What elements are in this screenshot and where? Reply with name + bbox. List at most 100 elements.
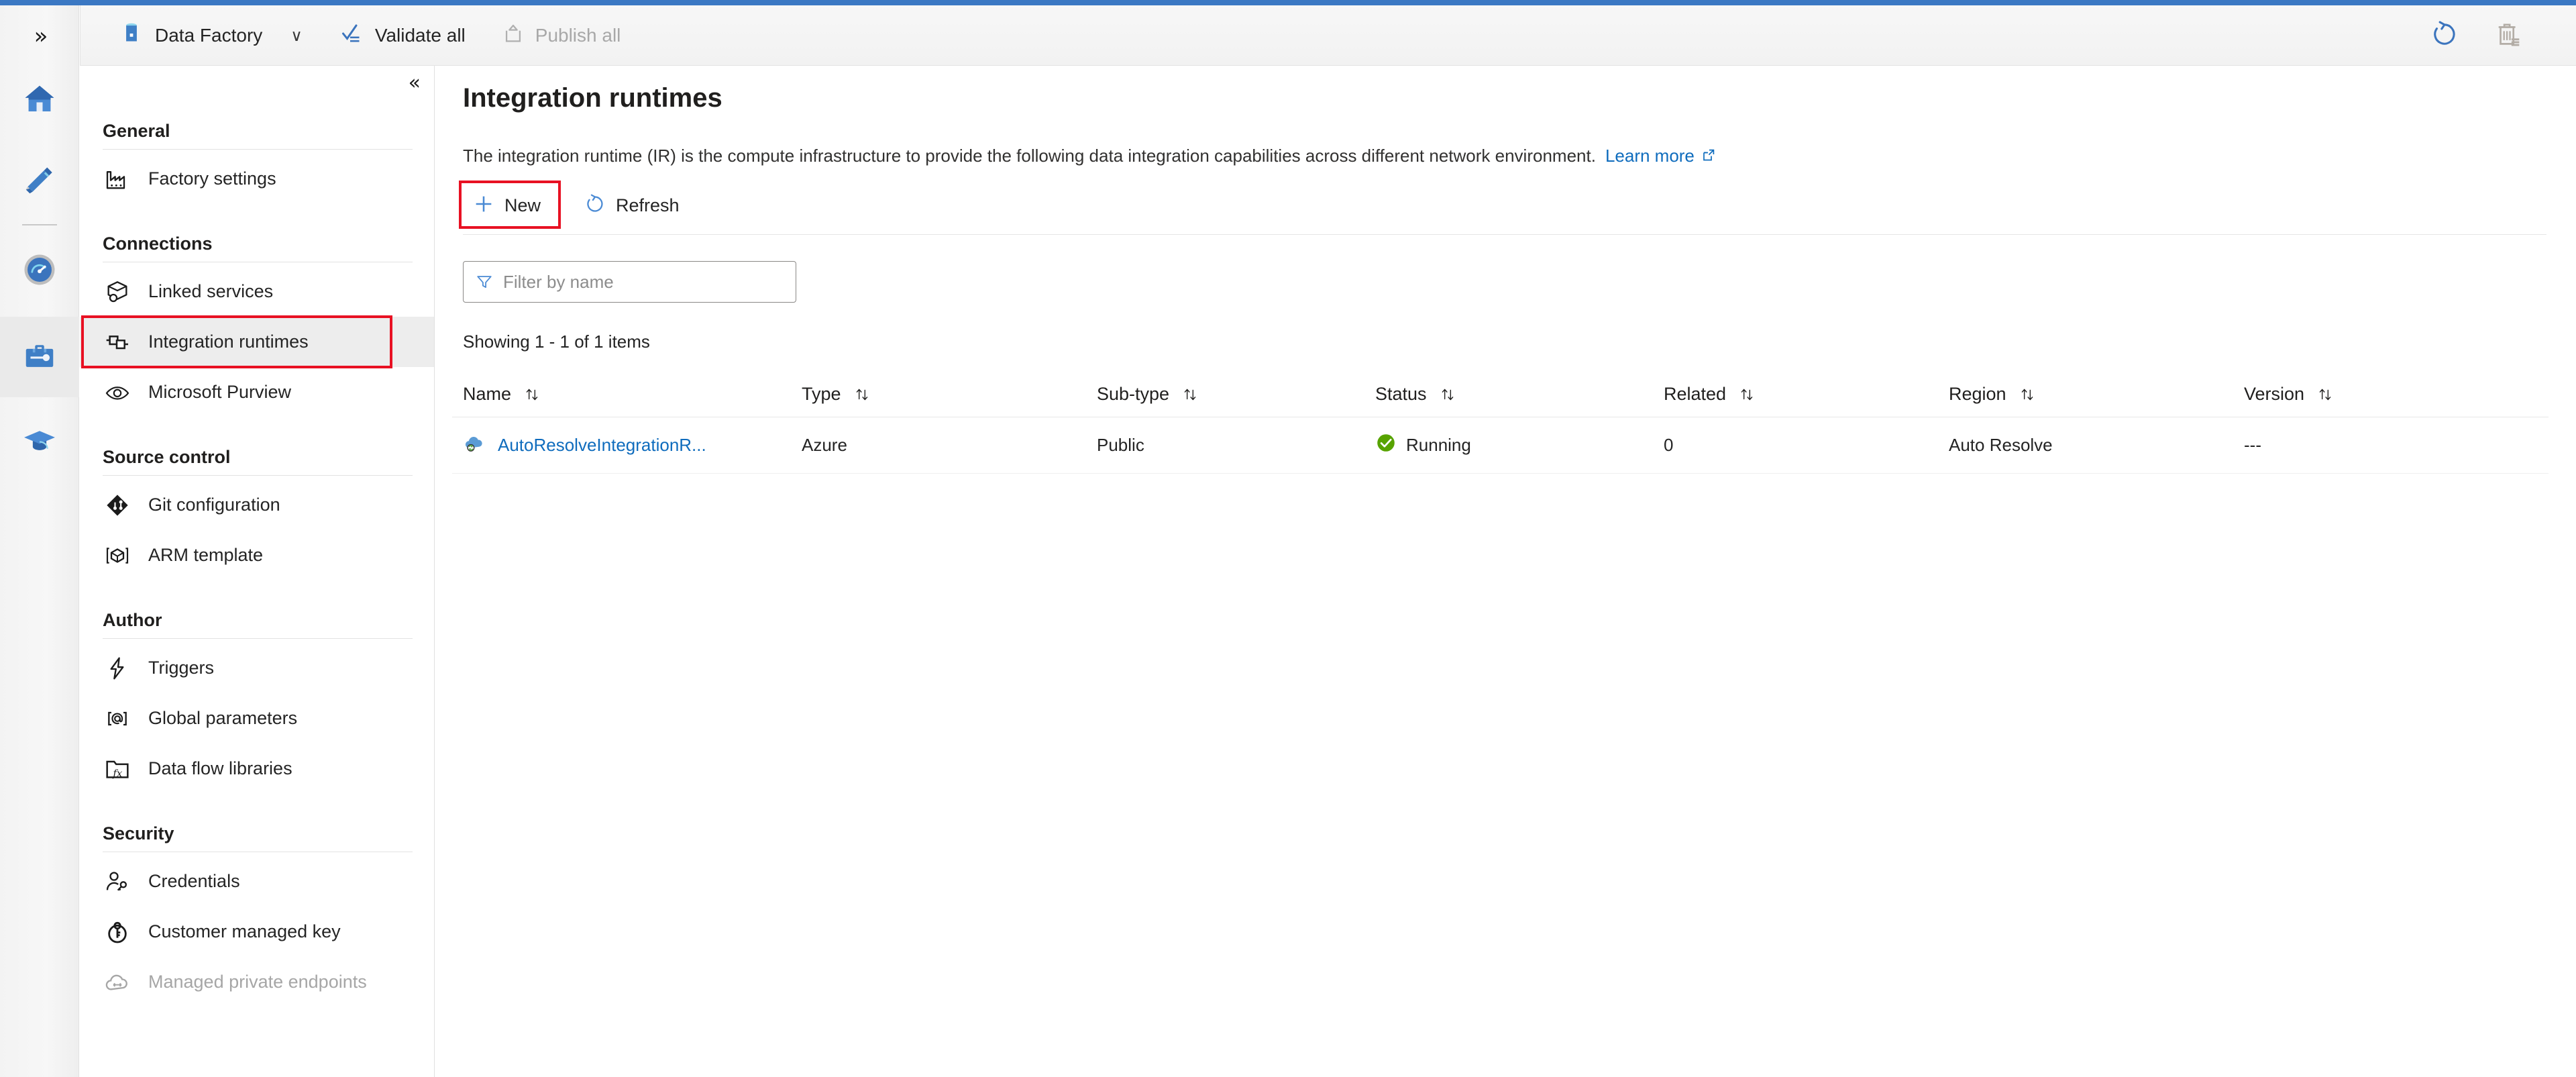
nav-item-arm-template[interactable]: ARM template <box>80 530 434 580</box>
column-header-status[interactable]: Status <box>1375 384 1664 405</box>
nav-group-title-author: Author <box>103 610 162 630</box>
nav-item-managed-private-endpoints[interactable]: Managed private endpoints <box>80 957 434 1007</box>
nav-group-title-source-control: Source control <box>103 447 231 467</box>
funnel-icon <box>475 272 494 291</box>
folder-fx-icon: fx <box>103 754 132 784</box>
nav-item-label: Microsoft Purview <box>148 382 292 402</box>
column-header-label: Sub-type <box>1097 384 1170 404</box>
page-actions-toolbar: New Refresh <box>459 181 689 229</box>
refresh-button[interactable]: Refresh <box>574 186 689 225</box>
sort-icon <box>1738 386 1756 403</box>
page-title: Integration runtimes <box>463 83 722 113</box>
new-button[interactable]: New <box>459 181 561 229</box>
nav-item-label: Global parameters <box>148 708 298 728</box>
column-header-label: Name <box>463 384 512 404</box>
page-description: The integration runtime (IR) is the comp… <box>463 146 1717 168</box>
nav-item-microsoft-purview[interactable]: Microsoft Purview <box>80 367 434 417</box>
column-header-label: Status <box>1375 384 1427 404</box>
refresh-icon <box>584 193 606 219</box>
command-bar-right-group <box>2412 5 2576 66</box>
validate-icon <box>340 21 364 49</box>
rail-item-author[interactable] <box>0 141 79 221</box>
lightning-icon <box>103 654 132 683</box>
integration-runtime-name-link[interactable]: AutoResolveIntegrationR... <box>498 435 706 456</box>
azure-ir-cloud-icon <box>463 431 486 459</box>
integration-runtimes-page: Integration runtimes The integration run… <box>435 66 2576 1077</box>
publish-all-button[interactable]: Publish all <box>491 5 632 66</box>
person-key-icon <box>103 867 132 896</box>
nav-item-integration-runtimes[interactable]: Integration runtimes <box>80 315 434 368</box>
column-header-name[interactable]: Name <box>463 384 802 405</box>
nav-item-global-parameters[interactable]: Global parameters <box>80 693 434 743</box>
validate-all-button[interactable]: Validate all <box>329 5 476 66</box>
sort-icon <box>853 386 871 403</box>
column-header-type[interactable]: Type <box>802 384 1097 405</box>
manage-nav-panel: « General Factory settings Connections L… <box>80 66 435 1077</box>
nav-item-label: Data flow libraries <box>148 758 292 778</box>
validate-all-label: Validate all <box>374 24 466 46</box>
sort-icon <box>2019 386 2036 403</box>
column-header-related[interactable]: Related <box>1664 384 1949 405</box>
learn-more-link[interactable]: Learn more <box>1605 146 1695 166</box>
integration-runtime-icon <box>103 327 132 357</box>
nav-group-general: General Factory settings <box>80 121 434 204</box>
chevron-down-icon[interactable]: ∨ <box>273 26 320 45</box>
nav-item-triggers[interactable]: Triggers <box>80 643 434 693</box>
filter-by-name-field[interactable] <box>463 261 796 303</box>
nav-group-rule <box>103 149 413 150</box>
nav-group-rule <box>103 475 413 476</box>
nav-group-security: Security Credentials Customer managed ke… <box>80 823 434 1007</box>
rail-item-manage[interactable] <box>0 317 79 397</box>
column-header-label: Type <box>802 384 841 404</box>
nav-item-credentials[interactable]: Credentials <box>80 856 434 907</box>
filter-input[interactable] <box>503 271 758 293</box>
cloud-endpoint-icon <box>103 968 132 997</box>
nav-item-label: Git configuration <box>148 495 280 515</box>
factory-icon <box>103 164 132 194</box>
nav-item-label: Credentials <box>148 871 240 891</box>
linked-services-icon <box>103 277 132 307</box>
rail-item-monitor[interactable] <box>0 231 79 311</box>
expand-rail-button[interactable]: » <box>0 12 79 60</box>
refresh-icon <box>2429 19 2460 53</box>
new-button-label: New <box>504 195 541 215</box>
column-header-version[interactable]: Version <box>2244 384 2445 405</box>
nav-item-factory-settings[interactable]: Factory settings <box>80 154 434 204</box>
column-header-label: Region <box>1949 384 2006 404</box>
sort-icon <box>523 386 541 403</box>
git-icon <box>103 491 132 520</box>
table-header-row: Name Type Sub-type Status Related Region… <box>452 372 2548 417</box>
nav-item-label: Triggers <box>148 658 215 678</box>
rail-item-learning-center[interactable] <box>0 403 79 483</box>
cell-name: AutoResolveIntegrationR... <box>463 431 802 459</box>
refresh-all-button[interactable] <box>2412 5 2477 66</box>
nav-item-linked-services[interactable]: Linked services <box>80 266 434 317</box>
nav-item-git-configuration[interactable]: Git configuration <box>80 480 434 530</box>
rail-divider <box>22 224 57 225</box>
rail-item-home[interactable] <box>0 60 79 141</box>
publish-all-label: Publish all <box>535 24 621 46</box>
column-header-label: Version <box>2244 384 2305 404</box>
data-factory-title: Data Factory <box>155 24 263 46</box>
discard-all-button[interactable] <box>2477 5 2541 66</box>
sort-icon <box>2316 386 2334 403</box>
column-header-subtype[interactable]: Sub-type <box>1097 384 1375 405</box>
nav-item-label: Linked services <box>148 281 274 301</box>
cell-status: Running <box>1375 432 1664 458</box>
data-factory-icon <box>119 21 144 50</box>
table-row[interactable]: AutoResolveIntegrationR... Azure Public … <box>452 417 2548 474</box>
data-factory-menu-button[interactable]: Data Factory <box>108 5 273 66</box>
nav-item-label: Integration runtimes <box>148 331 309 352</box>
nav-item-customer-managed-key[interactable]: Customer managed key <box>80 907 434 957</box>
column-header-region[interactable]: Region <box>1949 384 2244 405</box>
collapse-nav-button[interactable]: « <box>409 71 421 95</box>
key-circle-icon <box>103 917 132 947</box>
gauge-icon <box>21 252 58 291</box>
cell-region: Auto Resolve <box>1949 435 2053 455</box>
toolbox-icon <box>21 338 58 377</box>
status-label: Running <box>1406 435 1471 455</box>
nav-item-data-flow-libraries[interactable]: fx Data flow libraries <box>80 743 434 794</box>
cell-related: 0 <box>1664 435 1674 455</box>
graduation-cap-icon <box>21 423 58 463</box>
svg-text:fx: fx <box>112 767 123 779</box>
